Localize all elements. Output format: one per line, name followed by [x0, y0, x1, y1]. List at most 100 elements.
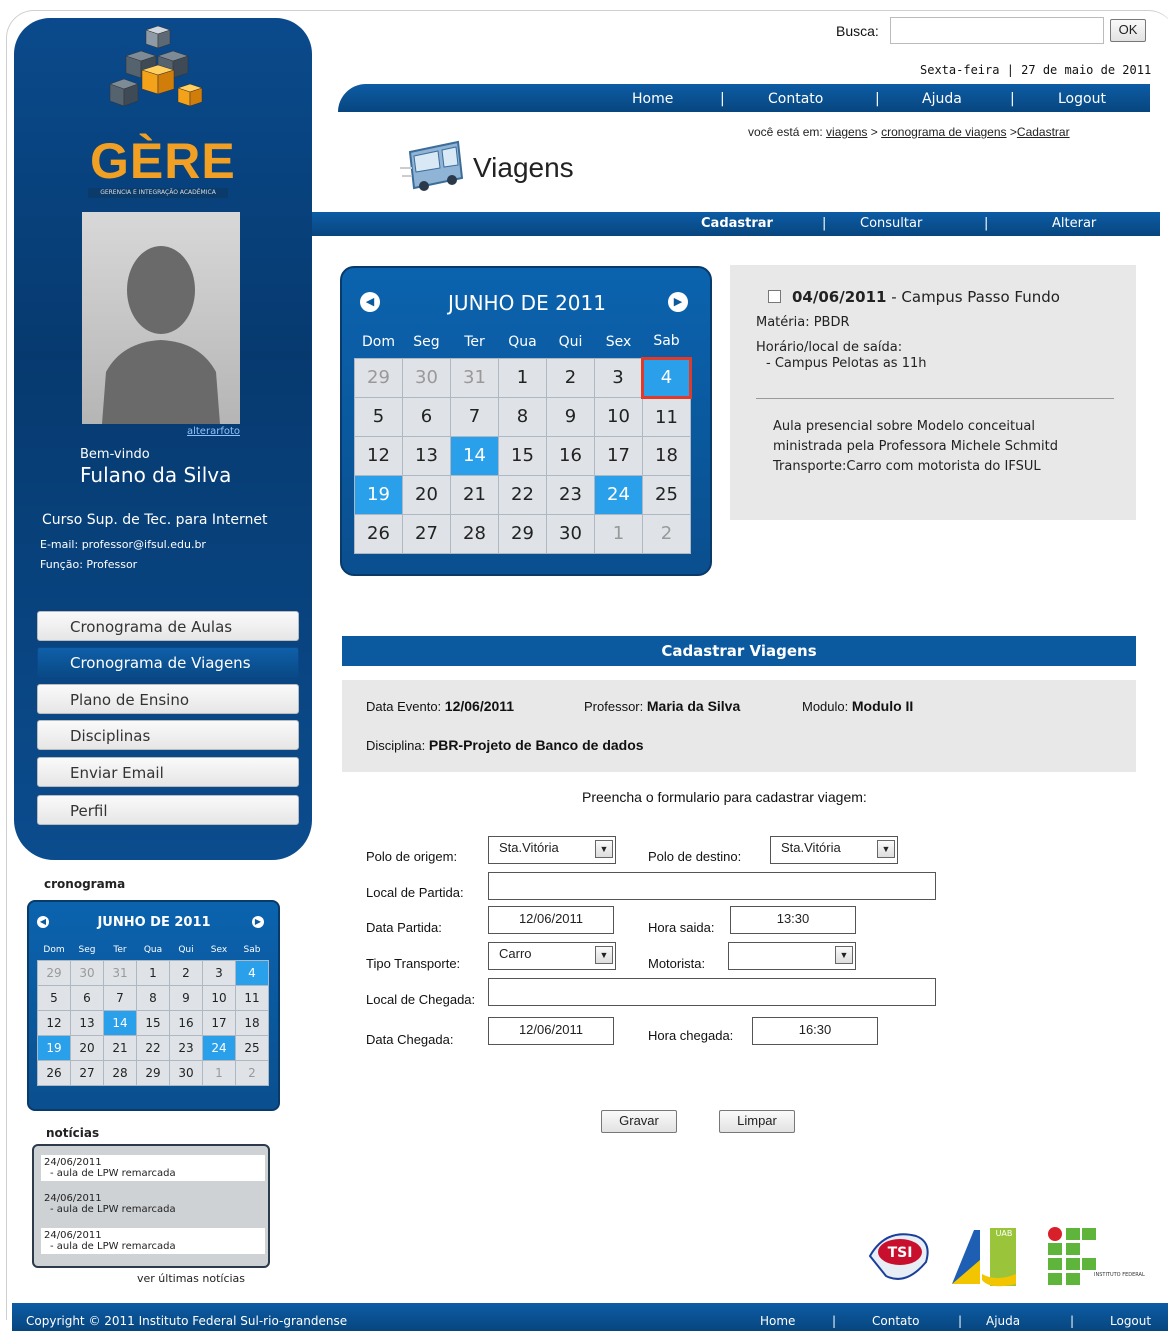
- news-item[interactable]: 24/06/2011- aula de LPW remarcada: [41, 1191, 265, 1217]
- menu-plano-ensino[interactable]: Plano de Ensino: [37, 684, 299, 714]
- footer-home[interactable]: Home: [760, 1314, 795, 1328]
- polo-destino-select[interactable]: Sta.Vitória ▼: [770, 836, 898, 864]
- calendar-day[interactable]: 12: [354, 435, 403, 476]
- calendar-day[interactable]: 7: [103, 984, 137, 1011]
- calendar-day[interactable]: 16: [546, 435, 595, 476]
- calendar-day[interactable]: 22: [498, 474, 547, 515]
- calendar-day[interactable]: 6: [402, 396, 451, 437]
- calendar-day[interactable]: 6: [70, 984, 104, 1011]
- calendar-day[interactable]: 9: [546, 396, 595, 437]
- calendar-day[interactable]: 30: [546, 513, 595, 554]
- dropdown-arrow-icon[interactable]: ▼: [877, 840, 895, 858]
- calendar-day[interactable]: 13: [70, 1009, 104, 1036]
- calendar-day[interactable]: 10: [594, 396, 643, 437]
- news-more-link[interactable]: ver últimas notícias: [137, 1272, 245, 1285]
- calendar-day[interactable]: 29: [136, 1059, 170, 1086]
- calendar-day[interactable]: 2: [546, 357, 595, 398]
- gravar-button[interactable]: Gravar: [601, 1110, 677, 1133]
- calendar-day[interactable]: 1: [202, 1059, 236, 1086]
- motorista-select[interactable]: ▼: [728, 942, 856, 970]
- calendar-day[interactable]: 19: [354, 474, 403, 515]
- calendar-day[interactable]: 5: [37, 984, 71, 1011]
- dropdown-arrow-icon[interactable]: ▼: [835, 946, 853, 964]
- calendar-day[interactable]: 17: [202, 1009, 236, 1036]
- calendar-day[interactable]: 8: [498, 396, 547, 437]
- menu-cronograma-viagens[interactable]: Cronograma de Viagens: [37, 647, 299, 677]
- nav-home[interactable]: Home: [632, 91, 673, 107]
- calendar-day[interactable]: 20: [402, 474, 451, 515]
- calendar-day[interactable]: 21: [450, 474, 499, 515]
- next-month-icon[interactable]: ▶: [252, 916, 264, 928]
- calendar-day[interactable]: 23: [546, 474, 595, 515]
- calendar-day[interactable]: 28: [103, 1059, 137, 1086]
- calendar-day[interactable]: 23: [169, 1034, 203, 1061]
- calendar-day[interactable]: 2: [169, 959, 203, 986]
- calendar-day[interactable]: 29: [354, 357, 403, 398]
- calendar-day[interactable]: 13: [402, 435, 451, 476]
- tipo-transporte-select[interactable]: Carro ▼: [488, 942, 616, 970]
- data-chegada-input[interactable]: 12/06/2011: [488, 1017, 614, 1045]
- calendar-day[interactable]: 25: [235, 1034, 269, 1061]
- calendar-day[interactable]: 29: [498, 513, 547, 554]
- calendar-day[interactable]: 11: [642, 396, 691, 437]
- next-month-icon[interactable]: ▶: [668, 292, 688, 312]
- subnav-cadastrar[interactable]: Cadastrar: [701, 216, 773, 231]
- hora-chegada-input[interactable]: 16:30: [752, 1017, 878, 1045]
- data-partida-input[interactable]: 12/06/2011: [488, 906, 614, 934]
- calendar-day[interactable]: 26: [354, 513, 403, 554]
- search-ok-button[interactable]: OK: [1110, 19, 1146, 42]
- calendar-day[interactable]: 26: [37, 1059, 71, 1086]
- calendar-day[interactable]: 15: [136, 1009, 170, 1036]
- nav-logout[interactable]: Logout: [1058, 91, 1106, 107]
- subnav-consultar[interactable]: Consultar: [860, 216, 922, 231]
- footer-contato[interactable]: Contato: [872, 1314, 919, 1328]
- calendar-day[interactable]: 2: [235, 1059, 269, 1086]
- nav-ajuda[interactable]: Ajuda: [922, 91, 962, 107]
- calendar-day[interactable]: 20: [70, 1034, 104, 1061]
- polo-origem-select[interactable]: Sta.Vitória ▼: [488, 836, 616, 864]
- local-chegada-input[interactable]: [488, 978, 936, 1006]
- calendar-day[interactable]: 2: [642, 513, 691, 554]
- change-photo-link[interactable]: alterarfoto: [150, 426, 240, 437]
- breadcrumb-viagens[interactable]: viagens: [826, 125, 867, 139]
- calendar-day[interactable]: 17: [594, 435, 643, 476]
- calendar-day[interactable]: 22: [136, 1034, 170, 1061]
- calendar-day[interactable]: 31: [450, 357, 499, 398]
- calendar-day[interactable]: 3: [594, 357, 643, 398]
- calendar-day[interactable]: 1: [594, 513, 643, 554]
- calendar-day[interactable]: 31: [103, 959, 137, 986]
- event-checkbox[interactable]: [768, 290, 781, 303]
- calendar-day[interactable]: 15: [498, 435, 547, 476]
- calendar-day[interactable]: 27: [70, 1059, 104, 1086]
- calendar-day[interactable]: 4: [641, 356, 692, 399]
- calendar-day[interactable]: 7: [450, 396, 499, 437]
- calendar-day[interactable]: 8: [136, 984, 170, 1011]
- calendar-day[interactable]: 18: [235, 1009, 269, 1036]
- menu-disciplinas[interactable]: Disciplinas: [37, 720, 299, 750]
- calendar-day[interactable]: 30: [402, 357, 451, 398]
- calendar-day[interactable]: 1: [136, 959, 170, 986]
- calendar-day[interactable]: 10: [202, 984, 236, 1011]
- subnav-alterar[interactable]: Alterar: [1052, 216, 1096, 231]
- search-input[interactable]: [890, 17, 1104, 44]
- calendar-day[interactable]: 29: [37, 959, 71, 986]
- calendar-day[interactable]: 30: [70, 959, 104, 986]
- news-item[interactable]: 24/06/2011- aula de LPW remarcada: [41, 1155, 265, 1181]
- dropdown-arrow-icon[interactable]: ▼: [595, 840, 613, 858]
- calendar-day[interactable]: 9: [169, 984, 203, 1011]
- calendar-day[interactable]: 19: [37, 1034, 71, 1061]
- limpar-button[interactable]: Limpar: [719, 1110, 795, 1133]
- calendar-day[interactable]: 14: [103, 1009, 137, 1036]
- calendar-day[interactable]: 16: [169, 1009, 203, 1036]
- calendar-day[interactable]: 24: [594, 474, 643, 515]
- breadcrumb-cronograma[interactable]: cronograma de viagens: [881, 125, 1006, 139]
- calendar-day[interactable]: 14: [450, 435, 499, 476]
- prev-month-icon[interactable]: ◀: [360, 292, 380, 312]
- breadcrumb-cadastrar[interactable]: Cadastrar: [1017, 125, 1070, 139]
- calendar-day[interactable]: 27: [402, 513, 451, 554]
- menu-perfil[interactable]: Perfil: [37, 795, 299, 825]
- calendar-day[interactable]: 4: [235, 959, 269, 986]
- calendar-day[interactable]: 25: [642, 474, 691, 515]
- calendar-day[interactable]: 28: [450, 513, 499, 554]
- calendar-day[interactable]: 11: [235, 984, 269, 1011]
